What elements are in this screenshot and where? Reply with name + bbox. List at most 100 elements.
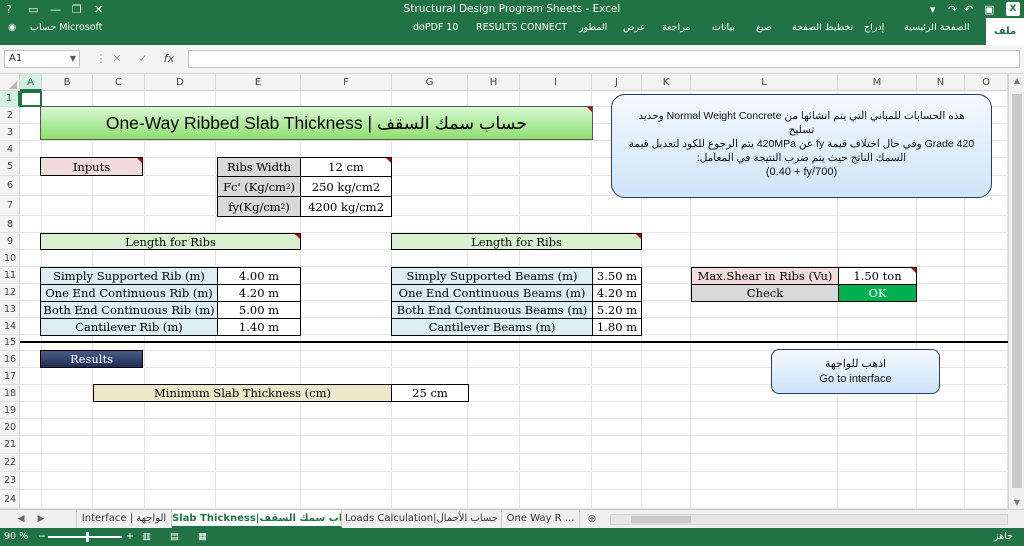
row-header[interactable]: 24 <box>0 490 20 509</box>
row-header[interactable]: 15 <box>0 335 20 351</box>
rib-value[interactable]: 4.20 m <box>217 284 301 302</box>
row-header[interactable]: 2 <box>0 107 20 124</box>
column-header[interactable]: E <box>216 74 301 91</box>
page-break-view-icon[interactable]: ▥ <box>142 528 151 546</box>
insert-function-icon[interactable]: fx <box>160 50 178 68</box>
zoom-in-icon[interactable]: + <box>126 528 134 546</box>
row-header[interactable]: 18 <box>0 385 20 402</box>
row-header[interactable]: 20 <box>0 419 20 436</box>
normal-view-icon[interactable]: ▦ <box>198 528 207 546</box>
tab-next-icon[interactable]: ▶ <box>34 510 48 528</box>
zoom-slider-knob[interactable] <box>86 532 89 542</box>
page-layout-view-icon[interactable]: ▤ <box>170 528 179 546</box>
enter-icon[interactable]: ✓ <box>134 50 152 68</box>
tab-results-connect[interactable]: RESULTS CONNECT <box>476 22 567 33</box>
tab-page-layout[interactable]: تخطيط الصفحة <box>792 22 853 33</box>
scroll-thumb[interactable] <box>1012 94 1022 488</box>
row-header[interactable]: 16 <box>0 351 20 368</box>
tab-formulas[interactable]: صيغ <box>756 22 772 33</box>
row-header[interactable]: 3 <box>0 124 20 141</box>
help-icon[interactable]: ? <box>6 3 12 16</box>
active-cell-a1[interactable] <box>20 91 42 107</box>
cancel-icon[interactable]: ✕ <box>108 50 126 68</box>
row-header[interactable]: 6 <box>0 176 20 196</box>
add-sheet-icon[interactable]: ⊕ <box>584 510 600 528</box>
column-header[interactable]: J <box>592 74 642 91</box>
column-header[interactable]: C <box>93 74 145 91</box>
column-header[interactable]: L <box>691 74 838 91</box>
row-header[interactable]: 22 <box>0 454 20 472</box>
account-icon[interactable]: ◉ <box>8 22 16 33</box>
close-icon[interactable]: ✕ <box>94 3 103 16</box>
row-header[interactable]: 13 <box>0 301 20 318</box>
redo-icon[interactable]: ↷ <box>948 3 957 16</box>
horizontal-scrollbar[interactable] <box>610 514 1008 525</box>
input-value-ribs-width[interactable]: 12 cm <box>300 157 392 177</box>
column-header[interactable]: N <box>917 74 965 91</box>
tab-one-way[interactable]: One Way R ... <box>502 510 580 528</box>
row-header[interactable]: 21 <box>0 436 20 454</box>
beam-value[interactable]: 5.20 m <box>592 301 642 319</box>
tab-view[interactable]: عرض <box>623 22 645 33</box>
row-header[interactable]: 17 <box>0 368 20 385</box>
account-label[interactable]: حساب Microsoft <box>30 22 102 33</box>
save-icon[interactable]: ▣ <box>984 3 994 16</box>
restore-icon[interactable]: ❐ <box>72 3 82 16</box>
zoom-out-icon[interactable]: − <box>38 528 46 546</box>
row-header[interactable]: 7 <box>0 196 20 216</box>
tab-developer[interactable]: المطور <box>579 22 607 33</box>
ribbon-display-icon[interactable]: ▭ <box>28 3 38 16</box>
row-header[interactable]: 8 <box>0 216 20 233</box>
rib-value[interactable]: 1.40 m <box>217 318 301 336</box>
row-header[interactable]: 4 <box>0 141 20 158</box>
row-header[interactable]: 10 <box>0 250 20 267</box>
rib-value[interactable]: 5.00 m <box>217 301 301 319</box>
column-header[interactable]: H <box>468 74 520 91</box>
scroll-up-icon[interactable]: ▲ <box>1009 76 1024 85</box>
column-header[interactable]: I <box>520 74 592 91</box>
input-value-fy[interactable]: 4200 kg/cm2 <box>300 196 392 217</box>
row-header[interactable]: 14 <box>0 318 20 335</box>
tab-interface[interactable]: Interface | الواجهة <box>76 510 172 528</box>
input-value-fc[interactable]: 250 kg/cm2 <box>300 176 392 197</box>
column-header[interactable]: M <box>838 74 917 91</box>
row-header[interactable]: 19 <box>0 402 20 419</box>
hscroll-thumb[interactable] <box>631 516 691 523</box>
vertical-scrollbar[interactable]: ▲ ▼ <box>1008 74 1024 509</box>
column-header[interactable]: F <box>301 74 392 91</box>
tab-prev-icon[interactable]: ◀ <box>14 510 28 528</box>
tab-dopdf[interactable]: doPDF 10 <box>413 22 458 33</box>
row-header[interactable]: 5 <box>0 158 20 176</box>
tab-slab-thickness[interactable]: Slab Thickness|حساب سمك السقف <box>172 510 342 528</box>
tab-file[interactable]: ملف <box>986 18 1024 45</box>
beam-value[interactable]: 4.20 m <box>592 284 642 302</box>
column-header[interactable]: B <box>42 74 93 91</box>
beam-value[interactable]: 1.80 m <box>592 318 642 336</box>
formula-input[interactable] <box>188 50 1020 68</box>
scroll-down-icon[interactable]: ▼ <box>1009 498 1024 507</box>
column-header[interactable]: A <box>20 74 42 91</box>
column-header[interactable]: D <box>145 74 216 91</box>
minimize-icon[interactable]: — <box>50 3 61 16</box>
row-header[interactable]: 9 <box>0 233 20 250</box>
zoom-slider[interactable] <box>48 532 122 542</box>
tab-data[interactable]: بيانات <box>712 22 735 33</box>
tab-review[interactable]: مراجعة <box>662 22 691 33</box>
name-box[interactable]: A1 ▼ <box>4 50 80 68</box>
select-all-corner[interactable] <box>0 74 20 91</box>
tab-home[interactable]: الصفحة الرئيسية <box>904 22 970 33</box>
zoom-level[interactable]: 90 % <box>4 528 28 546</box>
row-header[interactable]: 11 <box>0 267 20 284</box>
go-to-interface-button[interactable]: اذهب للواجهة Go to interface <box>771 349 940 394</box>
rib-value[interactable]: 4.00 m <box>217 267 301 285</box>
tab-insert[interactable]: إدراج <box>864 22 884 33</box>
beam-value[interactable]: 3.50 m <box>592 267 642 285</box>
customize-qat-icon[interactable]: ▾ <box>930 3 936 16</box>
row-header[interactable]: 1 <box>0 91 20 107</box>
chevron-down-icon[interactable]: ▼ <box>70 51 76 67</box>
max-shear-value[interactable]: 1.50 ton <box>838 267 917 285</box>
row-header[interactable]: 23 <box>0 472 20 490</box>
column-header[interactable]: G <box>392 74 468 91</box>
column-header[interactable]: K <box>642 74 691 91</box>
row-header[interactable]: 12 <box>0 284 20 301</box>
